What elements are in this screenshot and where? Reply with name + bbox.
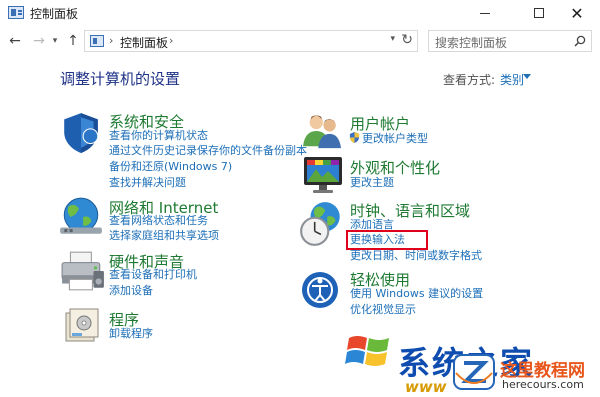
control-panel-icon bbox=[90, 35, 104, 47]
users-icon[interactable] bbox=[300, 112, 344, 150]
link-backup-restore[interactable]: 备份和还原(Windows 7) bbox=[109, 159, 232, 174]
view-by-label: 查看方式: bbox=[443, 73, 496, 87]
chevron-down-icon[interactable]: ▾ bbox=[390, 34, 395, 44]
search-icon[interactable] bbox=[574, 35, 586, 47]
view-by-dropdown[interactable]: 类别 bbox=[500, 71, 524, 88]
watermark-site-url: herecours.com bbox=[502, 378, 584, 391]
highlight-box bbox=[346, 230, 428, 250]
link-uninstall-program[interactable]: 卸载程序 bbox=[109, 326, 153, 341]
printer-icon[interactable] bbox=[60, 250, 106, 292]
forward-button[interactable]: → bbox=[30, 31, 48, 51]
chevron-down-icon[interactable] bbox=[523, 74, 531, 79]
link-add-device[interactable]: 添加设备 bbox=[109, 283, 153, 298]
link-change-account-type[interactable]: 更改帐户类型 bbox=[362, 131, 428, 146]
title-bar: 控制面板 ✕ bbox=[0, 0, 600, 26]
back-button[interactable]: ← bbox=[6, 31, 24, 51]
close-button[interactable]: ✕ bbox=[554, 0, 600, 26]
navigation-bar: ← → ▾ ↑ › 控制面板 › ▾ ↻ 搜索控制面板 bbox=[0, 26, 600, 56]
link-change-date-time-format[interactable]: 更改日期、时间或数字格式 bbox=[350, 248, 482, 263]
minimize-button[interactable] bbox=[462, 0, 508, 26]
breadcrumb-separator: › bbox=[109, 34, 114, 47]
link-troubleshoot[interactable]: 查找并解决问题 bbox=[109, 175, 186, 190]
breadcrumb-separator[interactable]: › bbox=[169, 34, 173, 47]
site-logo-z bbox=[453, 354, 495, 390]
up-button[interactable]: ↑ bbox=[64, 31, 82, 51]
link-homegroup-sharing[interactable]: 选择家庭组和共享选项 bbox=[109, 228, 219, 243]
uac-shield-icon bbox=[349, 132, 360, 143]
refresh-icon[interactable]: ↻ bbox=[401, 32, 413, 48]
watermark-www: www bbox=[405, 378, 447, 396]
programs-icon[interactable] bbox=[62, 305, 102, 345]
link-file-history[interactable]: 通过文件历史记录保存你的文件备份副本 bbox=[109, 143, 307, 158]
page-title: 调整计算机的设置 bbox=[60, 70, 181, 88]
search-placeholder: 搜索控制面板 bbox=[435, 36, 508, 50]
windows-flag-logo bbox=[345, 336, 389, 366]
search-input[interactable]: 搜索控制面板 bbox=[428, 30, 592, 52]
link-devices-printers[interactable]: 查看设备和打印机 bbox=[109, 267, 197, 282]
link-view-computer-status[interactable]: 查看你的计算机状态 bbox=[109, 128, 208, 143]
link-network-status[interactable]: 查看网络状态和任务 bbox=[109, 213, 208, 228]
maximize-icon bbox=[534, 8, 544, 18]
minimize-icon bbox=[480, 12, 490, 14]
breadcrumb-control-panel[interactable]: 控制面板 bbox=[120, 34, 168, 51]
address-bar[interactable]: › 控制面板 › ▾ ↻ bbox=[84, 30, 418, 52]
link-windows-recommended-settings[interactable]: 使用 Windows 建议的设置 bbox=[350, 286, 483, 301]
globe-network-icon[interactable] bbox=[58, 196, 104, 238]
ease-of-access-icon[interactable] bbox=[300, 270, 340, 310]
link-optimize-visual-display[interactable]: 优化视觉显示 bbox=[350, 302, 416, 317]
control-panel-icon bbox=[8, 6, 24, 19]
recent-locations-icon[interactable]: ▾ bbox=[50, 31, 60, 51]
link-change-theme[interactable]: 更改主题 bbox=[350, 175, 394, 190]
monitor-icon[interactable] bbox=[300, 155, 346, 195]
window-title: 控制面板 bbox=[30, 7, 79, 21]
shield-icon[interactable] bbox=[60, 110, 102, 154]
clock-globe-icon[interactable] bbox=[298, 200, 346, 248]
